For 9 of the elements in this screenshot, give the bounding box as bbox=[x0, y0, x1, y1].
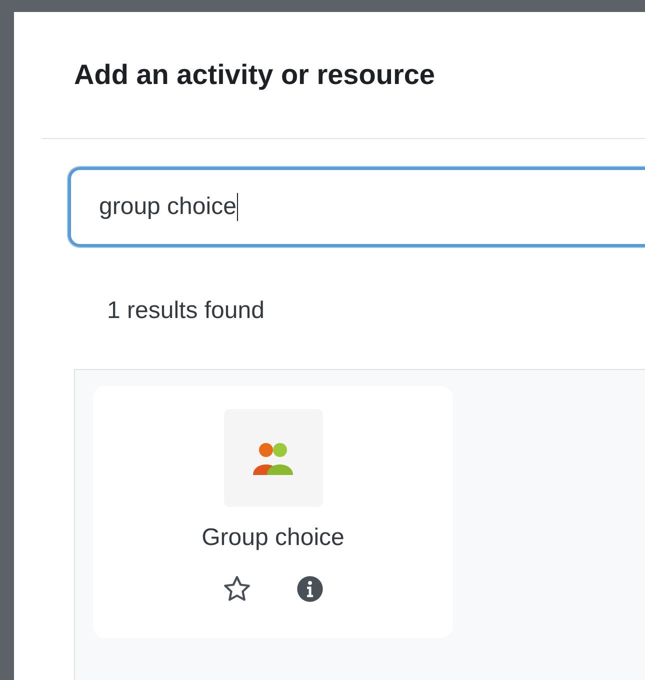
search-field[interactable]: group choice bbox=[68, 167, 645, 247]
activity-name: Group choice bbox=[202, 524, 344, 552]
info-icon[interactable] bbox=[296, 575, 324, 603]
activity-card[interactable]: Group choice bbox=[93, 386, 453, 638]
results-count: 1 results found bbox=[107, 297, 266, 325]
star-icon[interactable] bbox=[222, 574, 252, 604]
search-text: group choice bbox=[99, 193, 236, 221]
dialog-title: Add an activity or resource bbox=[74, 59, 436, 91]
text-cursor bbox=[237, 193, 238, 221]
